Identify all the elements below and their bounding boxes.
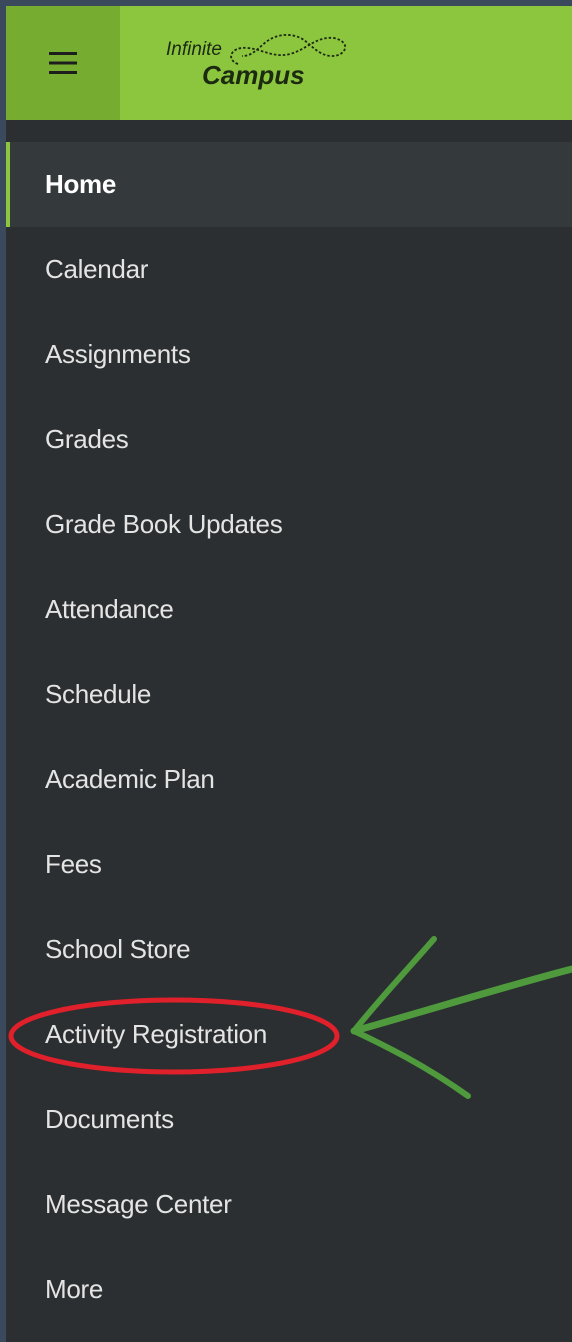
nav-item-label: Home [45,169,117,199]
nav-item-label: Grades [45,424,129,454]
nav-item-activity-registration[interactable]: Activity Registration [6,992,572,1077]
nav-item-grade-book-updates[interactable]: Grade Book Updates [6,482,572,567]
nav-item-academic-plan[interactable]: Academic Plan [6,737,572,822]
nav-item-more[interactable]: More [6,1247,572,1332]
nav-item-grades[interactable]: Grades [6,397,572,482]
hamburger-menu-icon [49,52,77,74]
logo-word-bottom: Campus [202,60,305,90]
nav-item-label: Fees [45,849,102,879]
nav-item-documents[interactable]: Documents [6,1077,572,1162]
nav-item-calendar[interactable]: Calendar [6,227,572,312]
nav-item-label: Assignments [45,339,191,369]
nav-item-label: Schedule [45,679,152,709]
nav-item-label: Documents [45,1104,174,1134]
top-header-bar: Infinite Campus [6,6,572,120]
nav-item-label: More [45,1274,104,1304]
nav-item-label: School Store [45,934,191,964]
nav-item-label: Message Center [45,1189,232,1219]
nav-item-label: Attendance [45,594,174,624]
nav-item-label: Grade Book Updates [45,509,283,539]
nav-item-assignments[interactable]: Assignments [6,312,572,397]
nav-item-message-center[interactable]: Message Center [6,1162,572,1247]
infinite-campus-logo[interactable]: Infinite Campus [156,24,356,104]
nav-item-attendance[interactable]: Attendance [6,567,572,652]
nav-item-fees[interactable]: Fees [6,822,572,907]
nav-item-label: Calendar [45,254,149,284]
nav-item-home[interactable]: Home [6,142,572,227]
sidebar-nav: Home Calendar Assignments Grades Grade B… [6,142,572,1332]
logo-word-top: Infinite [166,39,222,60]
nav-item-label: Academic Plan [45,764,215,794]
nav-item-school-store[interactable]: School Store [6,907,572,992]
app-frame: Infinite Campus Home Calendar Assignment… [6,6,572,1342]
nav-item-schedule[interactable]: Schedule [6,652,572,737]
nav-item-label: Activity Registration [45,1019,268,1049]
menu-toggle-button[interactable] [6,6,120,120]
